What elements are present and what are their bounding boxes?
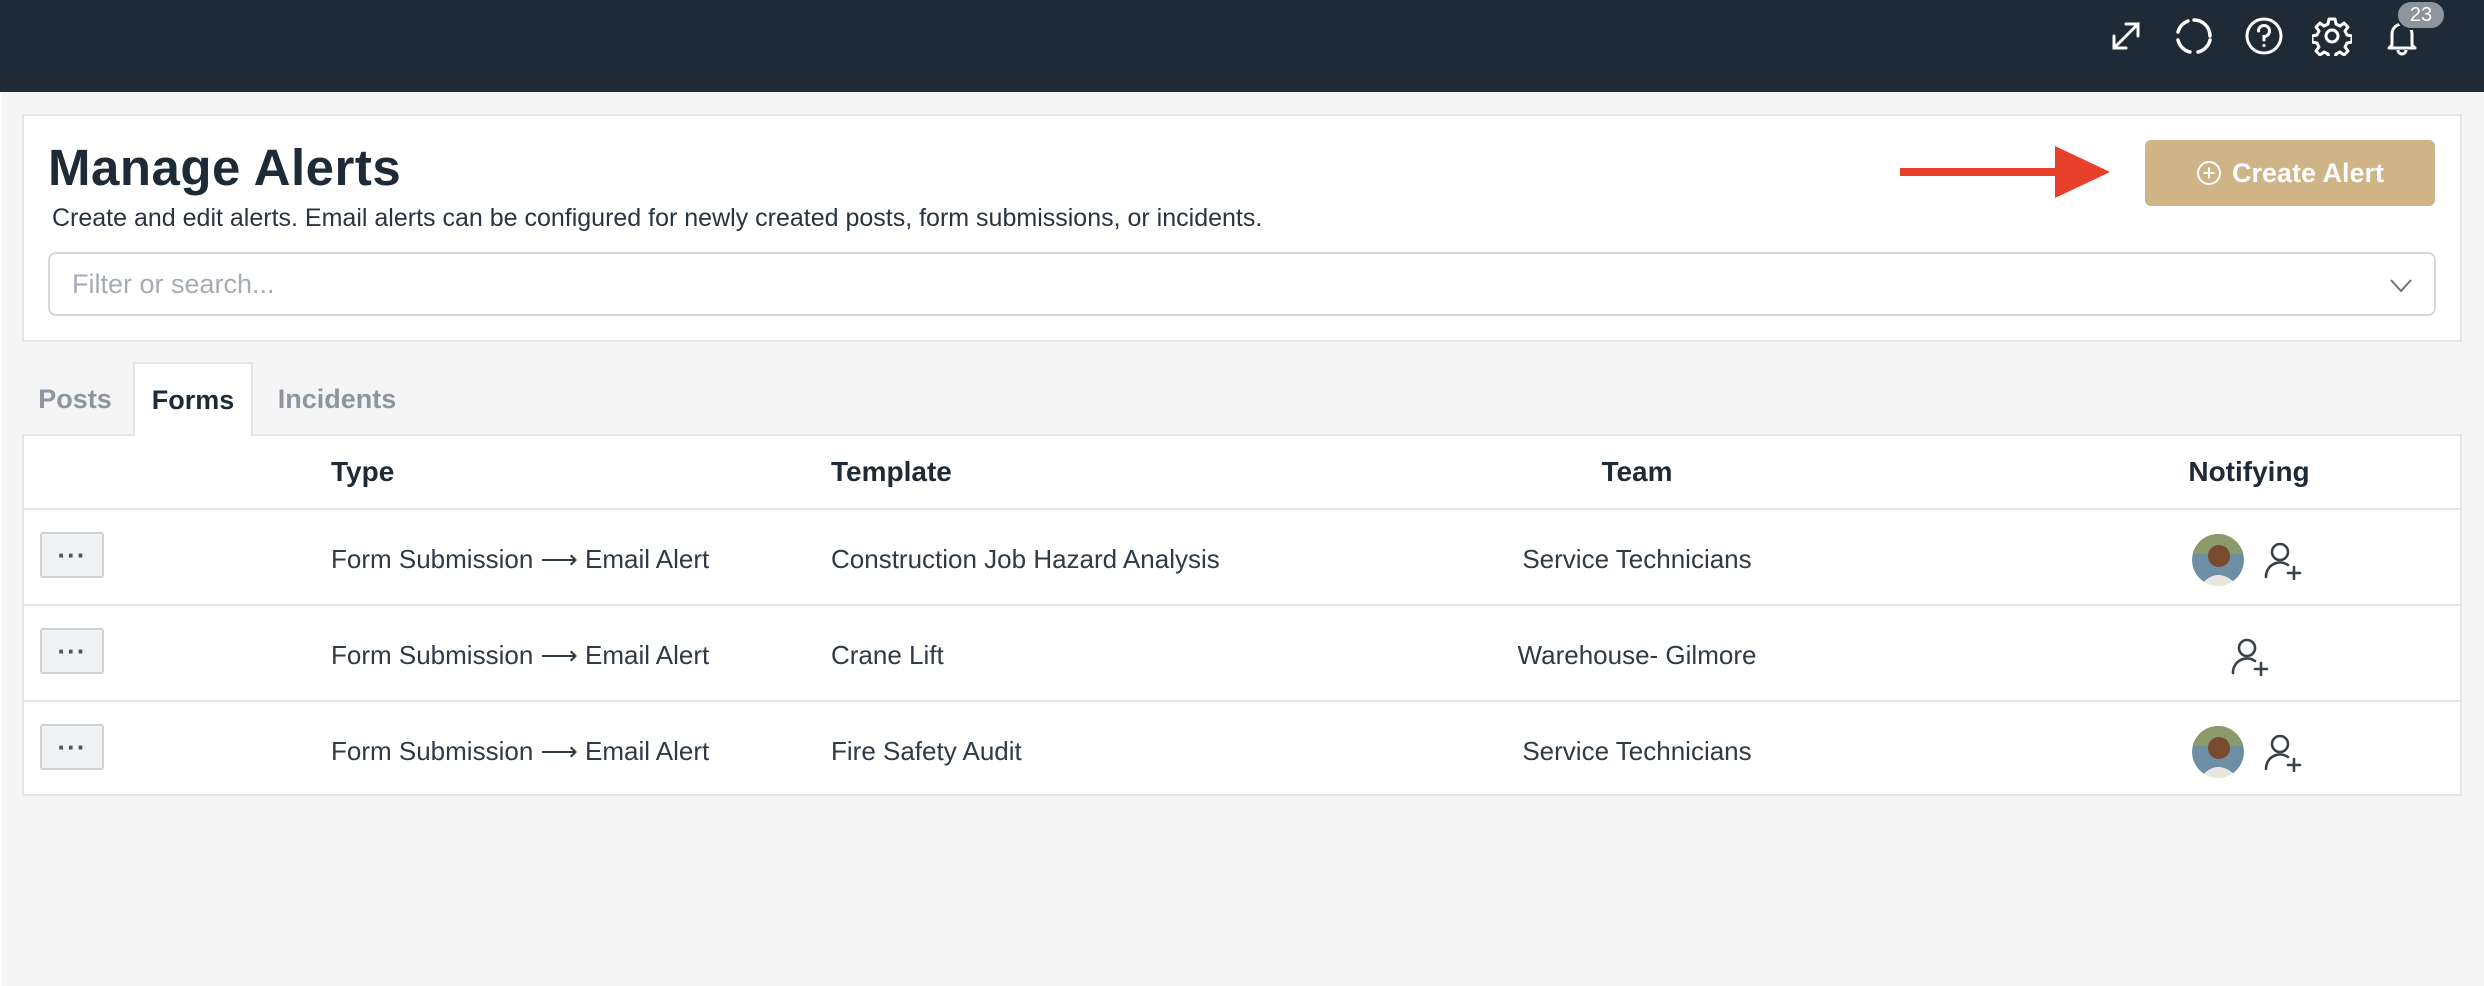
expand-icon[interactable] xyxy=(2104,14,2148,58)
add-user-icon[interactable] xyxy=(2263,732,2303,772)
column-header-type: Type xyxy=(331,456,395,487)
plus-circle-icon xyxy=(2196,161,2221,185)
column-header-team: Team xyxy=(1601,456,1673,487)
row-divider xyxy=(24,604,2460,606)
row-divider xyxy=(24,508,2460,510)
row-type: Form Submission ⟶ Email Alert xyxy=(331,544,710,574)
row-team: Warehouse- Gilmore xyxy=(1517,640,1757,670)
page-title: Manage Alerts xyxy=(48,139,402,196)
help-icon[interactable] xyxy=(2242,14,2286,58)
column-header-template: Template xyxy=(831,456,952,487)
search-input[interactable] xyxy=(50,254,2350,314)
sync-icon[interactable] xyxy=(2172,14,2216,58)
tab-posts[interactable]: Posts xyxy=(22,362,128,436)
left-edge xyxy=(0,92,2,986)
gear-icon[interactable] xyxy=(2310,14,2354,58)
row-template: Fire Safety Audit xyxy=(831,736,1022,766)
column-header-notifying: Notifying xyxy=(2188,456,2310,487)
row-team: Service Technicians xyxy=(1522,544,1752,574)
add-user-icon[interactable] xyxy=(2263,540,2303,580)
row-type: Form Submission ⟶ Email Alert xyxy=(331,640,710,670)
row-divider xyxy=(24,700,2460,702)
create-alert-label: Create Alert xyxy=(2231,157,2385,188)
row-actions-button[interactable]: ··· xyxy=(40,532,104,578)
user-avatar[interactable] xyxy=(2192,534,2244,586)
row-team: Service Technicians xyxy=(1522,736,1752,766)
chevron-down-icon[interactable] xyxy=(2388,272,2414,298)
tab-forms[interactable]: Forms xyxy=(133,362,253,436)
add-user-icon[interactable] xyxy=(2230,636,2270,676)
row-type: Form Submission ⟶ Email Alert xyxy=(331,736,710,766)
search-field[interactable] xyxy=(48,252,2436,316)
notification-count-badge: 23 xyxy=(2396,0,2446,30)
row-actions-button[interactable]: ··· xyxy=(40,628,104,674)
row-template: Construction Job Hazard Analysis xyxy=(831,544,1220,574)
create-alert-button[interactable]: Create Alert xyxy=(2145,140,2435,206)
tab-incidents[interactable]: Incidents xyxy=(262,362,412,436)
annotation-arrow-icon xyxy=(1900,146,2110,198)
row-actions-button[interactable]: ··· xyxy=(40,724,104,770)
user-avatar[interactable] xyxy=(2192,726,2244,778)
row-template: Crane Lift xyxy=(831,640,944,670)
page-subtitle: Create and edit alerts. Email alerts can… xyxy=(52,204,1263,232)
